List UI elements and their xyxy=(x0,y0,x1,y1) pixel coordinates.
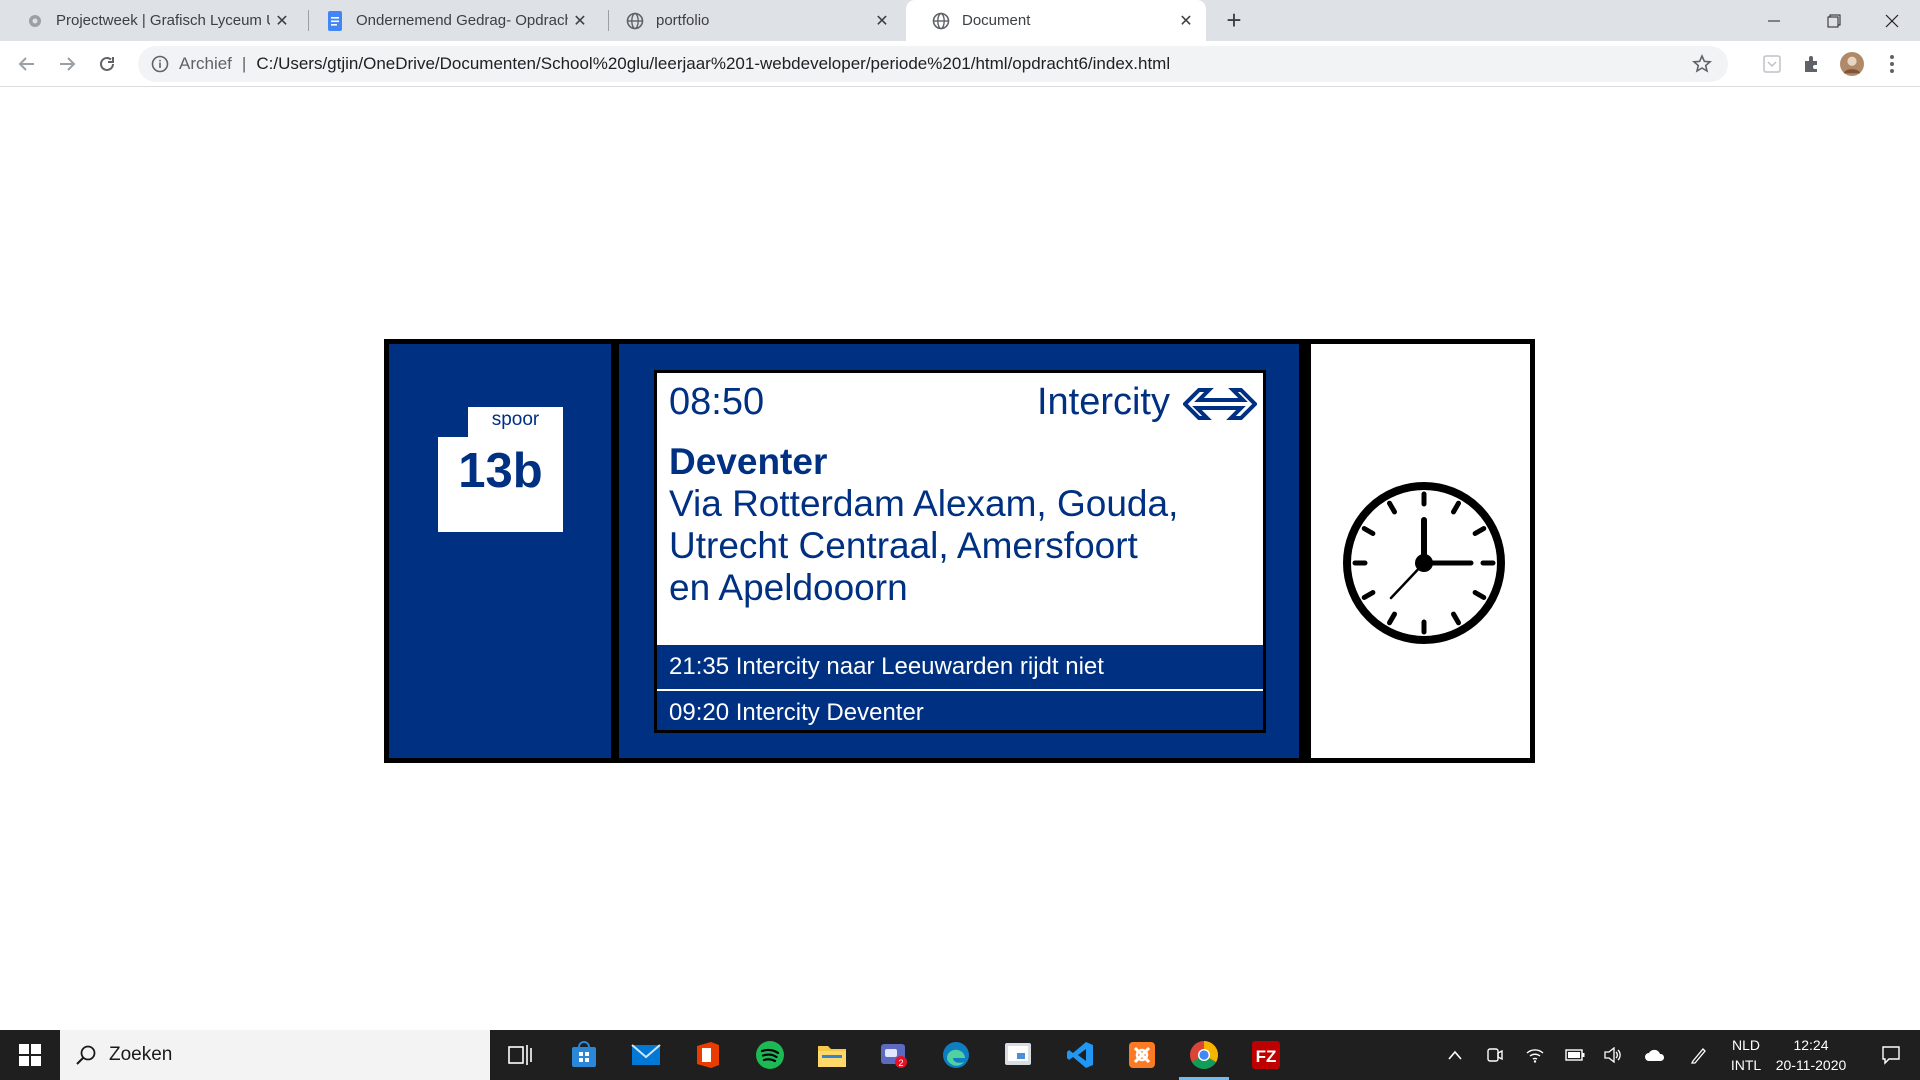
platform-label: spoor xyxy=(491,409,540,430)
start-button[interactable] xyxy=(0,1030,60,1080)
pen-workspace-icon[interactable] xyxy=(1684,1030,1714,1080)
globe-icon xyxy=(932,12,950,30)
departure-card: 08:50 Intercity Deventer Via Rotterdam A… xyxy=(654,370,1266,733)
mail-badge-count: 2 xyxy=(898,1058,903,1068)
chrome-icon[interactable] xyxy=(1179,1037,1229,1080)
next-departure-row: 21:35 Intercity naar Leeuwarden rijdt ni… xyxy=(657,645,1263,689)
close-icon[interactable]: ✕ xyxy=(1174,9,1198,33)
forward-button[interactable] xyxy=(52,49,82,79)
snip-icon[interactable] xyxy=(1000,1037,1036,1073)
edge-icon[interactable] xyxy=(938,1037,974,1073)
taskbar-search-box[interactable]: Zoeken xyxy=(60,1030,490,1080)
tab-title: Document xyxy=(962,12,1031,29)
clock-time: 12:24 xyxy=(1793,1037,1829,1053)
address-url[interactable]: C:/Users/gtjin/OneDrive/Documenten/Schoo… xyxy=(256,54,1170,74)
show-hidden-icons-chevron-icon[interactable] xyxy=(1440,1030,1470,1080)
next-departure-row: 09:20 Intercity Deventer xyxy=(657,690,1263,730)
platform-sign: spoor 13b xyxy=(438,407,563,532)
vscode-icon[interactable] xyxy=(1062,1037,1098,1073)
new-tab-button[interactable]: + xyxy=(1220,5,1248,35)
windows-logo-icon xyxy=(19,1044,41,1066)
reading-list-icon[interactable] xyxy=(1760,52,1784,76)
tab-document[interactable]: Document ✕ xyxy=(906,0,1206,41)
info-icon xyxy=(151,55,169,73)
tab-projectweek[interactable]: Projectweek | Grafisch Lyceum Ut ✕ xyxy=(0,0,302,41)
onedrive-cloud-icon[interactable] xyxy=(1640,1030,1670,1080)
wifi-icon[interactable] xyxy=(1520,1030,1550,1080)
address-scheme-label: Archief xyxy=(179,54,232,73)
meet-now-icon[interactable] xyxy=(1480,1030,1510,1080)
departure-board: spoor 13b 08:50 Intercity Deventer Via R… xyxy=(384,339,1535,763)
reload-icon xyxy=(100,56,114,71)
google-docs-icon xyxy=(326,10,344,31)
tab-title: portfolio xyxy=(656,12,710,29)
volume-icon[interactable] xyxy=(1598,1030,1628,1080)
game-bar-icon[interactable]: 2 xyxy=(876,1037,912,1073)
clock-panel xyxy=(1311,344,1530,758)
taskbar-clock[interactable]: 12:24 20-11-2020 xyxy=(1770,1035,1852,1075)
browser-tab-strip: Projectweek | Grafisch Lyceum Ut ✕ Onder… xyxy=(0,0,1920,41)
office-icon[interactable] xyxy=(690,1037,726,1073)
ns-logo-icon xyxy=(1183,388,1257,420)
extensions-puzzle-icon[interactable] xyxy=(1800,52,1824,76)
close-icon[interactable]: ✕ xyxy=(568,9,592,33)
train-type: Intercity xyxy=(1036,381,1170,423)
via-route: Via Rotterdam Alexam, Gouda, Utrecht Cen… xyxy=(669,483,1209,609)
close-icon[interactable]: ✕ xyxy=(270,9,294,33)
tab-title: Ondernemend Gedrag- Opdracht xyxy=(356,12,568,29)
tab-title: Projectweek | Grafisch Lyceum Ut xyxy=(56,12,270,29)
windows-taskbar: Zoeken 2 FZ NLD INTL 12:24 20-11-2020 xyxy=(0,1030,1920,1080)
destination: Deventer xyxy=(669,441,828,482)
search-icon xyxy=(76,1045,96,1065)
input-language-indicator[interactable]: NLD INTL xyxy=(1724,1035,1768,1075)
arrow-right-icon xyxy=(60,57,76,71)
via-line: Via Rotterdam Alexam, Gouda, xyxy=(669,483,1179,524)
address-divider: | xyxy=(241,54,247,73)
tab-portfolio[interactable]: portfolio ✕ xyxy=(600,0,902,41)
grafisch-lyceum-icon xyxy=(26,12,44,30)
platform-label-notch xyxy=(438,407,468,437)
store-icon[interactable] xyxy=(566,1037,602,1073)
clock-icon xyxy=(1343,482,1505,644)
browser-toolbar: Archief | C:/Users/gtjin/OneDrive/Docume… xyxy=(0,41,1920,87)
arrow-left-icon xyxy=(18,57,34,71)
task-view-icon[interactable] xyxy=(502,1037,538,1073)
xampp-icon[interactable] xyxy=(1124,1037,1160,1073)
svg-text:FZ: FZ xyxy=(1256,1047,1277,1066)
platform-number: 13b xyxy=(458,444,543,498)
close-window-button[interactable] xyxy=(1864,0,1920,41)
spotify-icon[interactable] xyxy=(752,1037,788,1073)
minimize-button[interactable] xyxy=(1746,0,1802,41)
more-menu-icon[interactable] xyxy=(1880,52,1904,76)
language-code: NLD xyxy=(1731,1037,1760,1053)
departure-panel: 08:50 Intercity Deventer Via Rotterdam A… xyxy=(619,344,1299,758)
mail-icon[interactable] xyxy=(628,1037,664,1073)
search-placeholder: Zoeken xyxy=(109,1044,173,1065)
clock-date: 20-11-2020 xyxy=(1775,1057,1847,1073)
via-line: en Apeldooorn xyxy=(669,567,908,608)
reload-button[interactable] xyxy=(92,49,122,79)
departure-time: 08:50 xyxy=(669,381,765,423)
back-button[interactable] xyxy=(12,49,42,79)
tab-ondernemend-gedrag[interactable]: Ondernemend Gedrag- Opdracht ✕ xyxy=(300,0,600,41)
battery-icon[interactable] xyxy=(1560,1030,1590,1080)
via-line: Utrecht Centraal, Amersfoort xyxy=(669,525,1138,566)
file-explorer-icon[interactable] xyxy=(814,1037,850,1073)
bookmark-star-icon[interactable] xyxy=(1692,54,1712,74)
address-bar[interactable]: Archief | C:/Users/gtjin/OneDrive/Docume… xyxy=(138,46,1728,82)
globe-icon xyxy=(626,12,644,30)
keyboard-layout: INTL xyxy=(1730,1057,1762,1073)
profile-avatar[interactable] xyxy=(1840,52,1864,76)
notification-center-icon[interactable] xyxy=(1866,1030,1916,1080)
filezilla-icon[interactable]: FZ xyxy=(1248,1037,1284,1073)
close-icon[interactable]: ✕ xyxy=(870,9,894,33)
platform-panel: spoor 13b xyxy=(389,344,611,758)
restore-button[interactable] xyxy=(1806,0,1862,41)
